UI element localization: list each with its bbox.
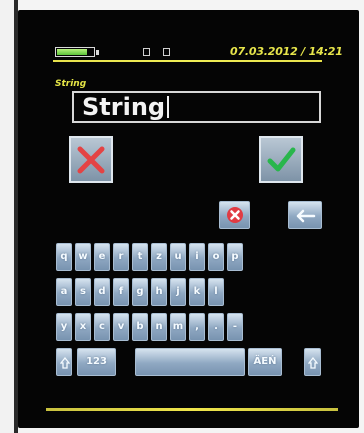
space-key[interactable] xyxy=(135,348,245,376)
status-square-icon xyxy=(143,48,150,56)
key-l[interactable]: l xyxy=(208,278,224,306)
datetime: 07.03.2012 / 14:21 xyxy=(230,45,343,58)
key-w[interactable]: w xyxy=(75,243,91,271)
device-bezel xyxy=(0,0,14,433)
shift-icon xyxy=(308,357,318,369)
battery-icon xyxy=(55,47,95,57)
backspace-icon xyxy=(296,209,316,223)
key-s[interactable]: s xyxy=(75,278,91,306)
numeric-mode-key[interactable]: 123 xyxy=(77,348,116,376)
key-q[interactable]: q xyxy=(56,243,72,271)
battery-tip xyxy=(96,50,99,55)
key-p[interactable]: p xyxy=(227,243,243,271)
language-key[interactable]: ÄEŃ xyxy=(248,348,282,376)
key-j[interactable]: j xyxy=(170,278,186,306)
key-y[interactable]: y xyxy=(56,313,72,341)
key-e[interactable]: e xyxy=(94,243,110,271)
shift-key-left[interactable] xyxy=(56,348,72,376)
footer-divider xyxy=(46,408,338,411)
key-d[interactable]: d xyxy=(94,278,110,306)
key-r[interactable]: r xyxy=(113,243,129,271)
backspace-button[interactable] xyxy=(288,201,322,229)
key-n[interactable]: n xyxy=(151,313,167,341)
status-square-icon xyxy=(163,48,170,56)
cancel-button[interactable] xyxy=(69,136,113,183)
device-screen: 07.03.2012 / 14:21 String String qwertzu… xyxy=(18,10,359,428)
status-bar: 07.03.2012 / 14:21 xyxy=(18,10,359,70)
shift-key-right[interactable] xyxy=(304,348,321,376)
key-t[interactable]: t xyxy=(132,243,148,271)
key-comma[interactable]: , xyxy=(189,313,205,341)
key-f[interactable]: f xyxy=(113,278,129,306)
clear-icon xyxy=(227,207,243,223)
key-k[interactable]: k xyxy=(189,278,205,306)
key-x[interactable]: x xyxy=(75,313,91,341)
key-h[interactable]: h xyxy=(151,278,167,306)
key-v[interactable]: v xyxy=(113,313,129,341)
key-c[interactable]: c xyxy=(94,313,110,341)
string-input-value: String xyxy=(82,93,166,121)
key-m[interactable]: m xyxy=(170,313,186,341)
key-hyphen[interactable]: - xyxy=(227,313,243,341)
key-i[interactable]: i xyxy=(189,243,205,271)
confirm-button[interactable] xyxy=(259,136,303,183)
text-caret xyxy=(167,96,170,118)
key-u[interactable]: u xyxy=(170,243,186,271)
battery-level xyxy=(57,49,88,55)
key-a[interactable]: a xyxy=(56,278,72,306)
key-z[interactable]: z xyxy=(151,243,167,271)
key-g[interactable]: g xyxy=(132,278,148,306)
check-icon xyxy=(267,147,296,171)
clear-button[interactable] xyxy=(219,201,250,229)
close-icon xyxy=(77,146,105,173)
string-input[interactable]: String xyxy=(72,91,321,123)
status-divider xyxy=(53,60,322,62)
key-b[interactable]: b xyxy=(132,313,148,341)
key-period[interactable]: . xyxy=(208,313,224,341)
field-label: String xyxy=(55,79,87,89)
shift-icon xyxy=(60,357,70,369)
key-o[interactable]: o xyxy=(208,243,224,271)
